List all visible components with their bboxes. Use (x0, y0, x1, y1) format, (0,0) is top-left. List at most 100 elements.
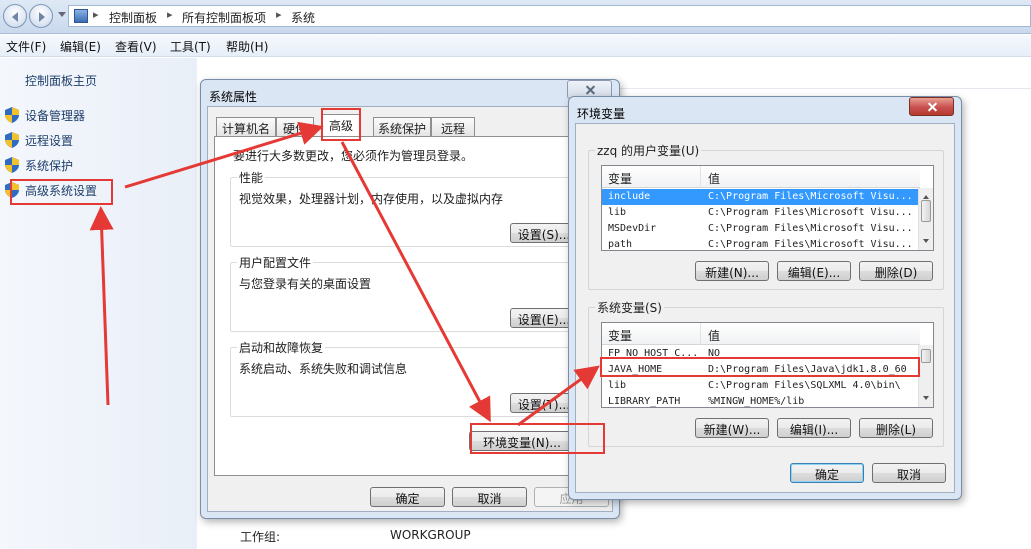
menu-file[interactable]: 文件(F) (6, 38, 46, 55)
system-new-button[interactable]: 新建(W)... (695, 418, 769, 438)
menu-bar: 文件(F) 编辑(E) 查看(V) 工具(T) 帮助(H) (0, 35, 1031, 57)
table-row[interactable]: lib C:\Program Files\SQLXML 4.0\bin\ (602, 378, 920, 394)
breadcrumb-separator-icon[interactable]: ▸ (93, 8, 99, 21)
scroll-thumb[interactable] (921, 349, 931, 363)
tab-system-protection[interactable]: 系统保护 (373, 117, 431, 136)
user-list-scrollbar[interactable] (918, 188, 933, 250)
sidebar-item-label: 设备管理器 (25, 109, 86, 123)
startup-recovery-group: 启动和故障恢复 系统启动、系统失败和调试信息 设置(T)... (230, 339, 590, 417)
system-list-scrollbar[interactable] (918, 345, 933, 407)
row-value: C:\Program Files\Microsoft Visu... (708, 223, 913, 234)
user-delete-button[interactable]: 删除(D) (859, 261, 933, 281)
highlight-java-home-row (600, 357, 920, 377)
tab-hardware[interactable]: 硬件 (276, 117, 314, 136)
row-variable: MSDevDir (608, 223, 657, 234)
environment-variables-window: 环境变量 zzq 的用户变量(U) 变量 值 include C:\Progra… (568, 96, 962, 500)
column-header-variable[interactable]: 变量 (608, 327, 632, 344)
system-delete-button[interactable]: 删除(L) (859, 418, 933, 438)
menu-edit[interactable]: 编辑(E) (60, 38, 101, 55)
row-value: C:\Program Files\Microsoft Visu... (708, 207, 913, 218)
user-variables-group: zzq 的用户变量(U) 变量 值 include C:\Program Fil… (588, 142, 944, 290)
sidebar-item-label: 远程设置 (25, 134, 74, 148)
column-header-value[interactable]: 值 (708, 170, 720, 187)
row-value: %MINGW_HOME%/lib (708, 396, 805, 407)
breadcrumb-separator-icon[interactable]: ▸ (167, 8, 173, 21)
breadcrumb-separator-icon[interactable]: ▸ (276, 8, 282, 21)
list-header: 变量 值 (602, 166, 920, 188)
menu-tools[interactable]: 工具(T) (170, 38, 211, 55)
breadcrumb-control-panel[interactable]: 控制面板 (109, 9, 157, 26)
row-variable: LIBRARY_PATH (608, 396, 681, 407)
left-nav-panel: 控制面板主页 设备管理器 远程设置 系统保护 高级系统设置 (0, 58, 197, 549)
workgroup-value: WORKGROUP (390, 528, 471, 542)
uac-shield-icon (5, 107, 19, 123)
control-panel-icon (74, 9, 88, 23)
forward-button[interactable] (29, 4, 53, 28)
group-title: 启动和故障恢复 (237, 339, 326, 356)
tab-computer-name[interactable]: 计算机名 (216, 117, 276, 136)
env-cancel-button[interactable]: 取消 (872, 463, 946, 483)
row-value: C:\Program Files\Microsoft Visu... (708, 191, 913, 202)
divider (618, 88, 1031, 89)
uac-shield-icon (5, 132, 19, 148)
control-panel-home-link[interactable]: 控制面板主页 (25, 72, 97, 89)
menu-help[interactable]: 帮助(H) (226, 38, 268, 55)
address-box[interactable]: ▸ 控制面板 ▸ 所有控制面板项 ▸ 系统 (68, 5, 1031, 27)
column-separator[interactable] (700, 323, 701, 345)
close-icon[interactable] (909, 97, 954, 116)
table-row[interactable]: LIBRARY_PATH %MINGW_HOME%/lib (602, 394, 920, 407)
user-new-button[interactable]: 新建(N)... (695, 261, 769, 281)
row-value: C:\Program Files\Microsoft Visu... (708, 239, 913, 250)
workgroup-label: 工作组: (240, 530, 281, 544)
row-variable: lib (608, 380, 627, 391)
user-edit-button[interactable]: 编辑(E)... (777, 261, 851, 281)
admin-note: 要进行大多数更改，您必须作为管理员登录。 (233, 149, 474, 163)
group-title: 系统变量(S) (595, 299, 664, 316)
scroll-down-icon[interactable] (923, 239, 929, 246)
table-row[interactable]: path C:\Program Files\Microsoft Visu... (602, 237, 920, 250)
dialog-client: zzq 的用户变量(U) 变量 值 include C:\Program Fil… (575, 123, 955, 493)
highlight-advanced-settings (10, 179, 113, 205)
recent-pages-dropdown-icon[interactable] (58, 12, 66, 21)
sidebar-item-device-manager[interactable]: 设备管理器 (3, 105, 193, 125)
scroll-thumb[interactable] (921, 200, 931, 222)
window-title: 系统属性 (209, 90, 258, 104)
sidebar-item-system-protection[interactable]: 系统保护 (3, 155, 193, 175)
system-variables-group: 系统变量(S) 变量 值 FP_NO_HOST_C... NO JAVA_HOM… (588, 299, 944, 447)
group-description: 视觉效果，处理器计划，内存使用，以及虚拟内存 (239, 192, 504, 206)
breadcrumb-system[interactable]: 系统 (291, 9, 315, 26)
address-bar-area: ▸ 控制面板 ▸ 所有控制面板项 ▸ 系统 (0, 0, 1031, 34)
table-row[interactable]: lib C:\Program Files\Microsoft Visu... (602, 205, 920, 221)
back-button[interactable] (3, 4, 27, 28)
scroll-down-icon[interactable] (923, 396, 929, 403)
list-header: 变量 值 (602, 323, 920, 345)
group-description: 系统启动、系统失败和调试信息 (239, 362, 408, 376)
sidebar-item-remote-settings[interactable]: 远程设置 (3, 130, 193, 150)
row-variable: lib (608, 207, 627, 218)
row-value: C:\Program Files\SQLXML 4.0\bin\ (708, 380, 901, 391)
system-edit-button[interactable]: 编辑(I)... (777, 418, 851, 438)
user-profiles-group: 用户配置文件 与您登录有关的桌面设置 设置(E)... (230, 254, 590, 332)
group-title: 性能 (237, 169, 266, 186)
performance-group: 性能 视觉效果，处理器计划，内存使用，以及虚拟内存 设置(S)... (230, 169, 590, 247)
group-title: 用户配置文件 (237, 254, 314, 271)
cancel-button[interactable]: 取消 (452, 487, 527, 507)
column-header-value[interactable]: 值 (708, 327, 720, 344)
ok-button[interactable]: 确定 (370, 487, 445, 507)
menu-view[interactable]: 查看(V) (115, 38, 157, 55)
highlight-env-button (470, 423, 605, 454)
user-variables-list[interactable]: 变量 值 include C:\Program Files\Microsoft … (601, 165, 934, 251)
table-row[interactable]: MSDevDir C:\Program Files\Microsoft Visu… (602, 221, 920, 237)
tab-remote[interactable]: 远程 (431, 117, 475, 136)
group-title: zzq 的用户变量(U) (595, 142, 702, 159)
column-header-variable[interactable]: 变量 (608, 170, 632, 187)
window-title: 环境变量 (577, 107, 626, 121)
column-separator[interactable] (700, 166, 701, 188)
table-row[interactable]: include C:\Program Files\Microsoft Visu.… (602, 189, 920, 205)
scroll-up-icon[interactable] (923, 192, 929, 199)
row-variable: include (608, 191, 651, 202)
env-ok-button[interactable]: 确定 (790, 463, 864, 483)
breadcrumb-all-items[interactable]: 所有控制面板项 (182, 9, 266, 26)
group-description: 与您登录有关的桌面设置 (239, 277, 372, 291)
highlight-advanced-tab (321, 108, 361, 141)
